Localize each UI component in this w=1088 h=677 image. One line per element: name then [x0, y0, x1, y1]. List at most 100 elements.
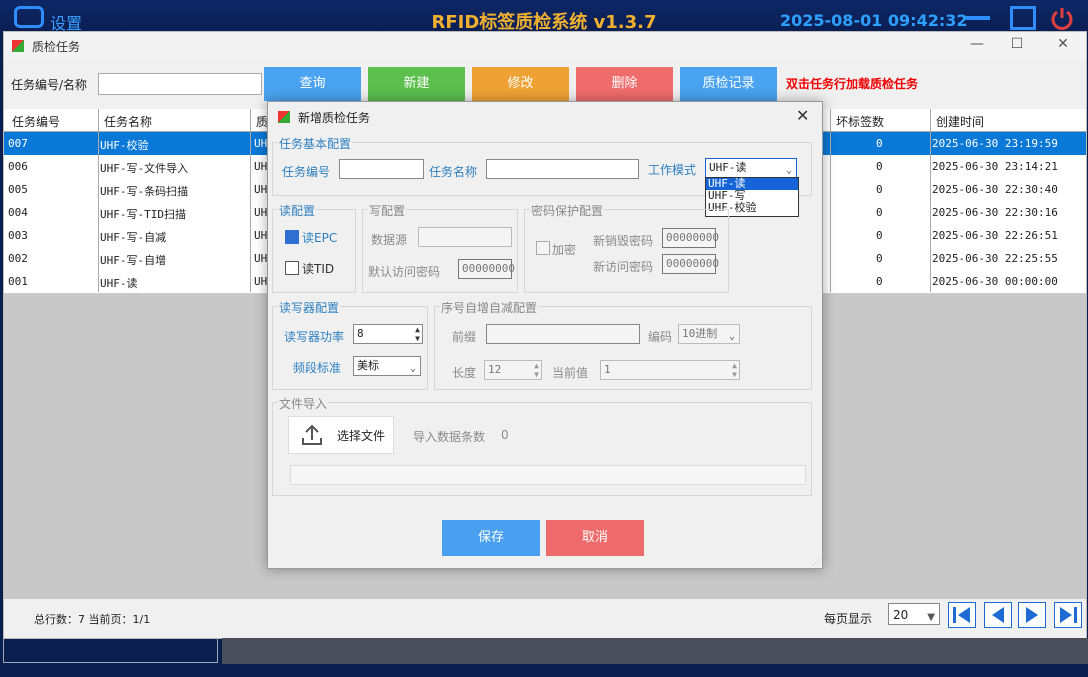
minimize-icon[interactable]: [966, 16, 990, 20]
cell-id: 007: [8, 137, 28, 150]
delete-button[interactable]: 删除: [576, 67, 673, 101]
search-input[interactable]: [98, 73, 262, 95]
column-header-id[interactable]: 任务编号: [12, 113, 60, 130]
spinner-arrows-icon: ▲ ▼: [534, 361, 539, 379]
length-label: 长度: [452, 366, 477, 380]
current-value-input: 1 ▲ ▼: [600, 360, 740, 380]
next-page-button[interactable]: [1018, 602, 1046, 628]
read-tid-label: 读TID: [302, 262, 335, 276]
save-button[interactable]: 保存: [442, 520, 540, 556]
cell-name: UHF-写-条码扫描: [100, 185, 189, 198]
per-page-label: 每页显示: [824, 612, 873, 626]
search-label: 任务编号/名称: [11, 78, 88, 92]
new-task-dialog: 新增质检任务 ✕ 任务基本配置 任务编号 任务名称 工作模式 UHF-读 ⌄ U…: [267, 101, 823, 569]
cell-name: UHF-写-自减: [100, 231, 167, 244]
edit-button[interactable]: 修改: [472, 67, 569, 101]
chevron-down-icon: ▼: [927, 612, 935, 623]
reader-power-label: 读写器功率: [284, 330, 345, 344]
band-standard-label: 频段标准: [293, 361, 342, 375]
task-name-label: 任务名称: [429, 165, 478, 179]
band-standard-select[interactable]: 美标 ⌄: [353, 356, 421, 376]
cell-bad: 0: [876, 206, 883, 219]
inspection-records-button[interactable]: 质检记录: [680, 67, 777, 101]
column-divider: [930, 109, 931, 292]
upload-icon: [302, 424, 322, 445]
dialog-app-icon: [278, 111, 290, 123]
new-button[interactable]: 新建: [368, 67, 465, 101]
read-config-group: [272, 209, 356, 293]
bottom-panel-left: [3, 638, 218, 663]
window-titlebar: 质检任务 — ☐ ✕: [4, 32, 1086, 60]
cell-bad: 0: [876, 137, 883, 150]
cancel-button[interactable]: 取消: [546, 520, 644, 556]
pagination-summary: 总行数：7 当前页：1/1: [34, 613, 151, 626]
next-page-icon: [1026, 607, 1038, 623]
close-icon[interactable]: ✕: [796, 106, 809, 125]
new-kill-pwd-label: 新销毁密码: [593, 234, 654, 248]
cell-name: UHF-写-TID扫描: [100, 208, 186, 221]
query-button[interactable]: 查询: [264, 67, 361, 101]
cell-created: 2025-06-30 23:14:21: [932, 160, 1058, 173]
new-access-pwd-input: 00000000: [662, 254, 719, 274]
last-page-button[interactable]: [1054, 602, 1082, 628]
sequence-config-label: 序号自增自减配置: [440, 299, 539, 316]
datetime-display: 2025-08-01 09:42:32: [780, 11, 968, 30]
reader-config-group: [272, 306, 428, 390]
reader-config-label: 读写器配置: [278, 299, 341, 316]
chevron-down-icon: ⌄: [728, 331, 735, 342]
window-maximize-button[interactable]: ☐: [1002, 36, 1032, 56]
encrypt-label: 加密: [552, 243, 577, 257]
maximize-icon[interactable]: [1010, 6, 1036, 30]
column-header-created[interactable]: 创建时间: [936, 113, 984, 130]
power-icon[interactable]: [1050, 6, 1074, 30]
cell-bad: 0: [876, 275, 883, 288]
per-page-value: 20: [893, 608, 909, 622]
task-id-input[interactable]: [339, 159, 424, 179]
first-page-icon: [953, 607, 970, 623]
bottom-strip: [0, 638, 1088, 677]
column-header-bad-tags[interactable]: 坏标签数: [836, 113, 884, 130]
first-page-button[interactable]: [948, 602, 976, 628]
read-epc-checkbox[interactable]: [285, 230, 299, 244]
prefix-input: [486, 324, 640, 344]
task-id-label: 任务编号: [282, 165, 331, 179]
cell-created: 2025-06-30 00:00:00: [932, 275, 1058, 288]
window-minimize-button[interactable]: —: [962, 36, 992, 56]
window-close-button[interactable]: ✕: [1048, 36, 1078, 56]
encoding-value: 10进制: [682, 327, 718, 340]
cell-id: 001: [8, 275, 28, 288]
encrypt-checkbox: [536, 241, 550, 255]
data-source-label: 数据源: [371, 233, 408, 247]
new-kill-pwd-input: 00000000: [662, 228, 719, 248]
work-mode-select[interactable]: UHF-读 ⌄: [705, 158, 797, 178]
import-count-value: 0: [501, 428, 509, 442]
band-standard-value: 美标: [357, 359, 379, 372]
read-epc-label: 读EPC: [302, 231, 338, 245]
read-tid-checkbox[interactable]: [285, 261, 299, 275]
read-config-label: 读配置: [278, 202, 317, 219]
table-footer: 总行数：7 当前页：1/1 每页显示 20 ▼: [4, 599, 1086, 637]
cell-bad: 0: [876, 183, 883, 196]
work-mode-label: 工作模式: [648, 163, 697, 177]
column-divider: [98, 109, 99, 292]
cell-id: 004: [8, 206, 28, 219]
column-divider: [830, 109, 831, 292]
length-value: 12: [488, 363, 502, 376]
reader-power-input[interactable]: 8 ▲ ▼: [353, 324, 423, 344]
prev-page-button[interactable]: [984, 602, 1012, 628]
choose-file-button[interactable]: 选择文件: [288, 416, 394, 454]
write-config-group: [362, 209, 518, 293]
column-header-name[interactable]: 任务名称: [104, 113, 152, 130]
spinner-arrows-icon[interactable]: ▲ ▼: [415, 325, 420, 343]
resize-grip-icon[interactable]: ⋰: [812, 558, 820, 567]
cell-name: UHF-写-文件导入: [100, 162, 189, 175]
last-page-icon: [1060, 607, 1077, 623]
task-name-input[interactable]: [486, 159, 639, 179]
work-mode-value: UHF-读: [709, 161, 747, 174]
cell-bad: 0: [876, 252, 883, 265]
default-access-pwd-label: 默认访问密码: [368, 265, 441, 279]
per-page-select[interactable]: 20 ▼: [888, 603, 940, 625]
default-access-pwd-input: 00000000: [458, 259, 515, 279]
cell-name: UHF-校验: [100, 139, 149, 152]
window-title: 质检任务: [32, 40, 81, 54]
